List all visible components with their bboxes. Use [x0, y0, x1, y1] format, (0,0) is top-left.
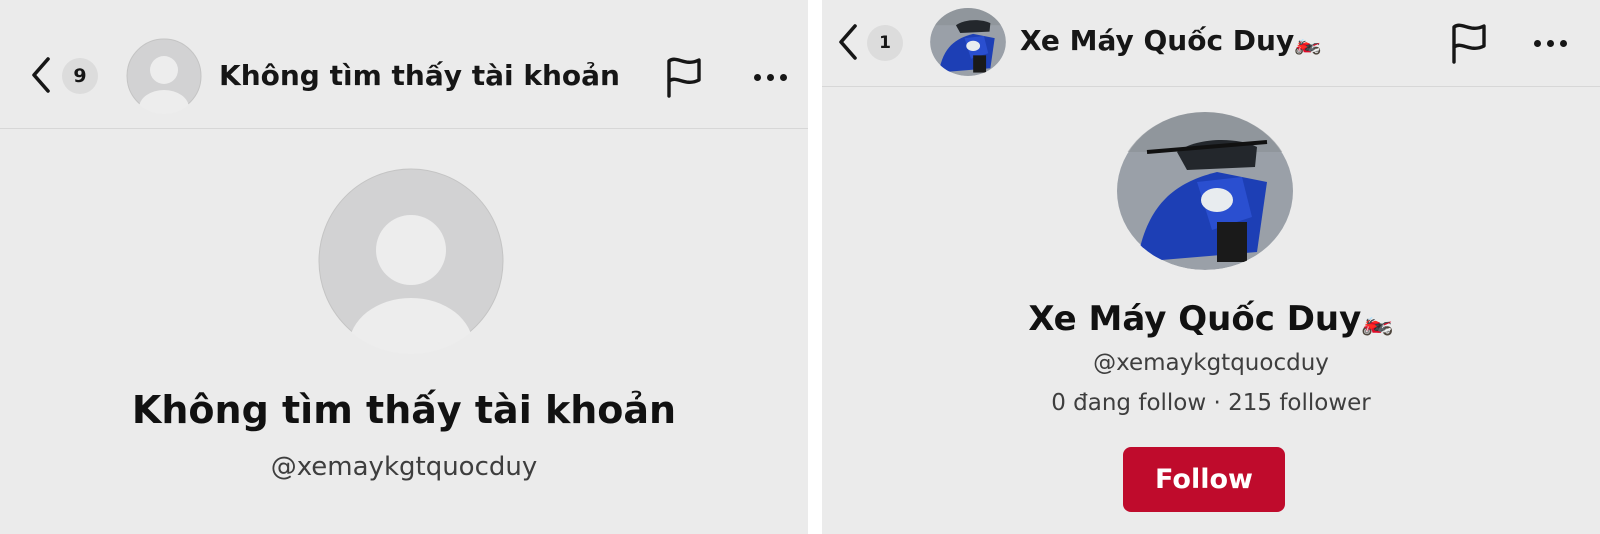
default-user-avatar-icon [318, 168, 504, 354]
header-title: Không tìm thấy tài khoản [219, 59, 620, 92]
header-avatar [126, 38, 202, 114]
default-user-avatar-icon [126, 38, 202, 114]
profile-name-text: Xe Máy Quốc Duy [1028, 299, 1362, 339]
back-button[interactable] [837, 24, 859, 60]
follow-button[interactable]: Follow [1123, 447, 1285, 512]
back-button[interactable] [30, 57, 52, 93]
chevron-left-icon [839, 24, 857, 60]
left-top-bar: 9 Không tìm thấy tài khoản [0, 0, 808, 129]
motorcycle-emoji: 🏍️ [1294, 31, 1322, 56]
profile-avatar [318, 168, 504, 354]
header-avatar [930, 8, 1006, 76]
more-horizontal-icon [1533, 39, 1567, 47]
more-options-button[interactable] [748, 64, 792, 90]
notification-count-badge: 1 [867, 25, 903, 61]
chevron-left-icon [32, 57, 50, 93]
report-button[interactable] [662, 55, 706, 99]
report-button[interactable] [1447, 21, 1491, 65]
flag-icon [667, 57, 701, 98]
profile-name: Xe Máy Quốc Duy🏍️ [822, 298, 1600, 343]
notification-count-badge: 9 [62, 58, 98, 94]
profile-name: Không tìm thấy tài khoản [131, 388, 677, 432]
header-title-text: Xe Máy Quốc Duy [1020, 24, 1295, 57]
motorcycle-emoji: 🏍️ [1361, 307, 1394, 337]
header-title: Xe Máy Quốc Duy🏍️ [1020, 22, 1322, 63]
more-horizontal-icon [753, 73, 787, 81]
left-profile-screen: 9 Không tìm thấy tài khoản Không tìm thấ… [0, 0, 808, 534]
profile-avatar [1116, 112, 1294, 270]
profile-stats: 0 đang follow · 215 follower [1051, 390, 1371, 416]
flag-icon [1452, 23, 1486, 64]
profile-username: @xemaykgtquocduy [270, 452, 538, 482]
motorcycle-photo-icon [930, 8, 1006, 76]
right-profile-screen: 1 Xe Máy Quốc Duy🏍️ Xe Máy Quốc Duy🏍️ @x… [822, 0, 1600, 534]
right-top-bar: 1 Xe Máy Quốc Duy🏍️ [822, 0, 1600, 87]
more-options-button[interactable] [1528, 30, 1572, 56]
motorcycle-photo-icon [1117, 112, 1293, 270]
profile-username: @xemaykgtquocduy [1093, 350, 1329, 376]
